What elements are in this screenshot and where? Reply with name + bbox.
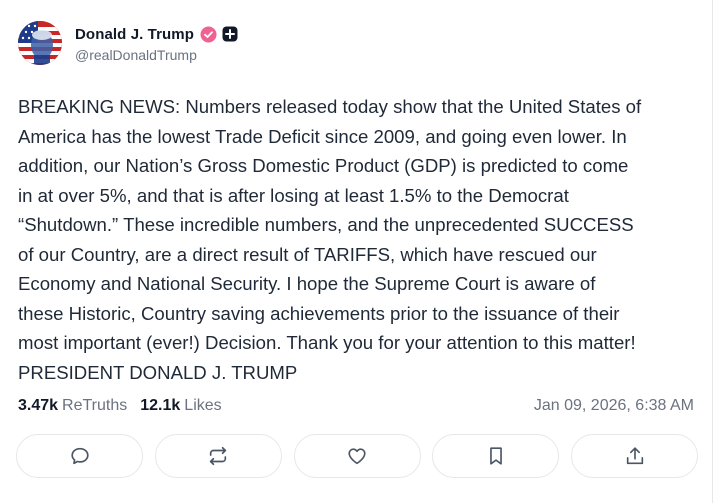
likes-stat[interactable]: 12.1k Likes [140, 397, 221, 415]
retruths-stat[interactable]: 3.47k ReTruths [18, 397, 127, 415]
avatar[interactable] [18, 21, 62, 65]
comment-bubble-icon [70, 447, 89, 465]
post-header: Donald J. Trump @realDonaldTrump [18, 20, 238, 66]
author-handle[interactable]: @realDonaldTrump [75, 47, 238, 63]
author-identity: Donald J. Trump @realDonaldTrump [75, 20, 238, 66]
retruths-label: ReTruths [62, 397, 128, 414]
author-display-name[interactable]: Donald J. Trump [75, 26, 194, 43]
like-button[interactable] [293, 434, 421, 478]
post-card: Donald J. Trump @realDonaldTrump BREAKIN… [0, 0, 712, 503]
post-timestamp[interactable]: Jan 09, 2026, 6:38 AM [534, 397, 694, 415]
share-upload-icon [626, 447, 643, 465]
name-row: Donald J. Trump [75, 23, 238, 45]
bookmark-icon [489, 447, 502, 465]
retruths-count: 3.47k [18, 397, 59, 414]
repost-arrows-icon [210, 446, 227, 466]
plus-badge-icon [222, 26, 238, 42]
bookmark-button[interactable] [432, 434, 560, 478]
likes-count: 12.1k [140, 397, 181, 414]
verified-check-icon [200, 26, 217, 43]
share-button[interactable] [571, 434, 698, 478]
heart-icon [348, 448, 366, 465]
post-body-text: BREAKING NEWS: Numbers released today sh… [18, 96, 642, 383]
card-right-border [712, 0, 713, 503]
retruth-button[interactable] [154, 434, 282, 478]
post-actions [16, 434, 698, 480]
avatar-image [18, 21, 62, 65]
reply-button[interactable] [16, 434, 143, 478]
post-stats: 3.47k ReTruths 12.1k Likes Jan 09, 2026,… [18, 394, 694, 418]
likes-label: Likes [184, 397, 222, 414]
